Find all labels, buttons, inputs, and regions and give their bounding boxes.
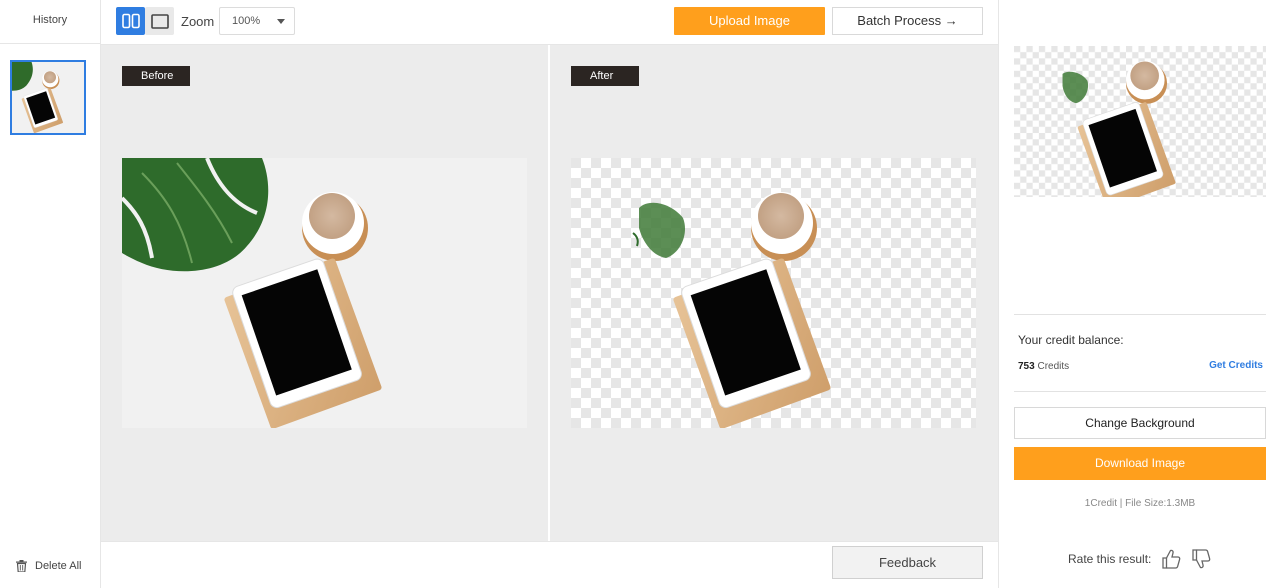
compare-divider[interactable] [548,45,550,541]
trash-icon [16,560,27,572]
panel-divider [1014,391,1266,392]
upload-image-button[interactable]: Upload Image [674,7,825,35]
result-panel: Your credit balance: 753 Credits Get Cre… [998,0,1280,588]
credit-balance-title: Your credit balance: [1018,333,1124,347]
zoom-value: 100% [232,15,261,27]
after-tag: After [571,66,639,86]
after-image [571,158,976,428]
split-view-icon [121,13,140,29]
download-image-button[interactable]: Download Image [1014,447,1266,480]
result-preview [1014,46,1266,197]
rate-label: Rate this result: [1068,552,1152,566]
rate-result: Rate this result: [1068,548,1211,570]
single-view-button[interactable] [145,7,174,35]
credit-balance: 753 Credits [1018,361,1069,372]
change-background-button[interactable]: Change Background [1014,407,1266,439]
get-credits-link[interactable]: Get Credits [1209,360,1263,371]
credit-unit: Credits [1034,361,1070,372]
split-view-button[interactable] [116,7,145,35]
delete-all-label: Delete All [35,560,82,572]
history-thumbnail[interactable] [10,60,86,135]
before-tag: Before [122,66,190,86]
panel-divider [1014,314,1266,315]
single-view-icon [150,13,169,29]
toolbar: Zoom 100% Upload Image Batch Process → [101,0,998,45]
thumbs-down-icon[interactable] [1191,548,1211,570]
bottom-bar: Feedback [101,541,998,588]
caret-down-icon [277,19,285,24]
file-info: 1Credit | File Size:1.3MB [1084,498,1196,509]
feedback-button[interactable]: Feedback [832,546,983,579]
zoom-select[interactable]: 100% [219,7,295,35]
history-thumbnail-image [12,62,84,133]
thumbs-up-icon[interactable] [1161,548,1181,570]
delete-all-button[interactable]: Delete All [16,560,81,572]
compare-area: Before After [101,45,998,541]
before-image [122,158,527,428]
zoom-label: Zoom [181,14,215,29]
batch-process-button[interactable]: Batch Process → [832,7,983,35]
history-sidebar: History Delete All [0,0,101,588]
credit-number: 753 [1018,361,1035,372]
history-title: History [0,0,100,44]
